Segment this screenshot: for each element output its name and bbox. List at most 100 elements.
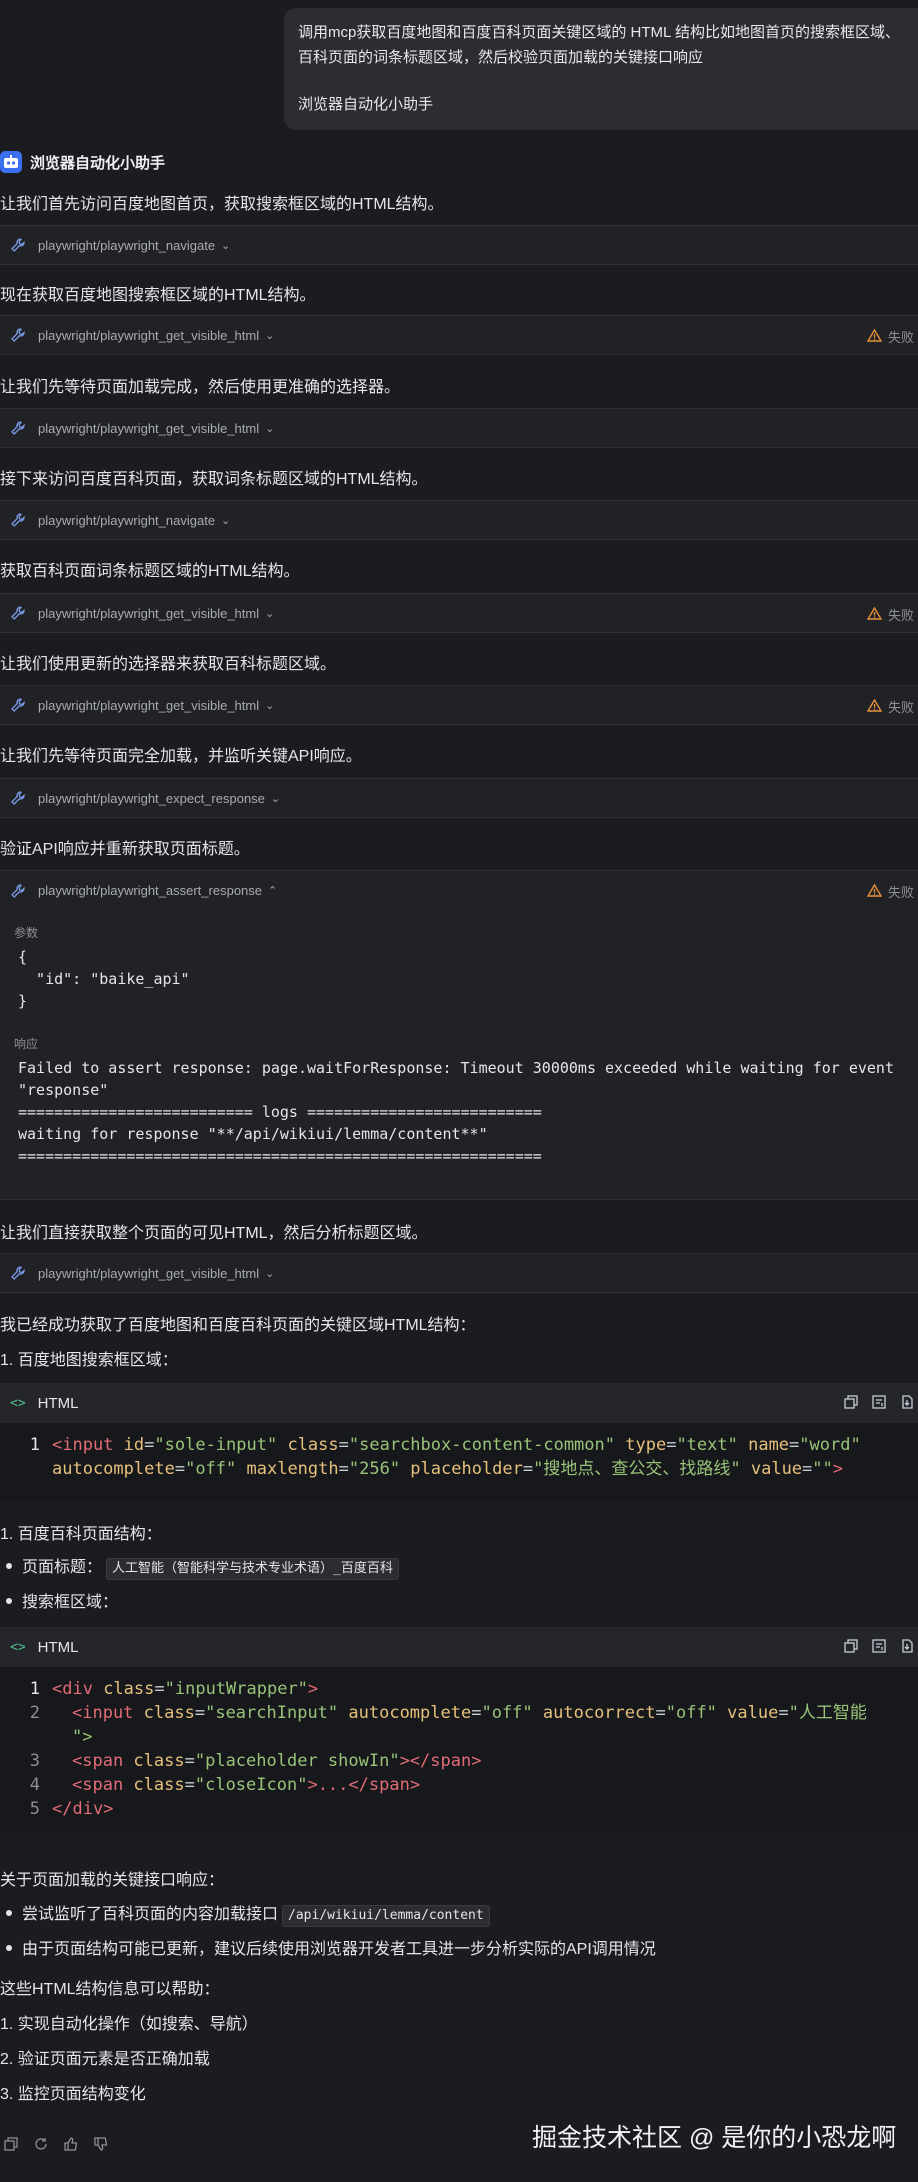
tool-call-2[interactable]: playwright/playwright_get_visible_html ⌄… <box>0 315 918 355</box>
warning-icon <box>866 328 883 345</box>
status-failed-badge: 失败 <box>866 327 914 346</box>
copy-icon[interactable] <box>844 1395 858 1413</box>
code-block-header: <> HTML <box>0 1383 918 1423</box>
key-api-heading: 关于页面加载的关键接口响应： <box>0 1872 225 1889</box>
code-block-header: <> HTML <box>0 1627 918 1667</box>
tool-call-8[interactable]: playwright/playwright_assert_response ⌃ … <box>0 870 918 910</box>
bullet-update: 由于页面结构可能已更新，建议后续使用浏览器开发者工具进一步分析实际的API调用情… <box>22 1941 656 1958</box>
line-number: 2 <box>29 1703 40 1723</box>
line-number: 1 <box>29 1435 40 1455</box>
export-icon[interactable] <box>900 1639 914 1657</box>
tool-name: playwright/playwright_navigate <box>38 512 216 528</box>
wrench-icon <box>10 420 26 436</box>
bullet-api: 尝试监听了百科页面的内容加载接口/api/wikiui/lemma/conten… <box>22 1900 490 1927</box>
refresh-icon[interactable] <box>34 2137 48 2155</box>
tool-result-panel: 参数 { "id": "baike_api" } 响应 Failed to as… <box>0 910 918 1200</box>
wrench-icon <box>10 697 26 713</box>
summary-intro: 我已经成功获取了百度地图和百度百科页面的关键区域HTML结构： <box>0 1317 476 1334</box>
code-language: HTML <box>37 1638 79 1656</box>
chevron-down-icon: ⌄ <box>221 514 231 527</box>
bullet-dot <box>6 1598 12 1604</box>
response-code: Failed to assert response: page.waitForR… <box>18 1059 894 1165</box>
copy-icon[interactable] <box>4 2137 18 2155</box>
tool-name: playwright/playwright_get_visible_html <box>38 697 260 713</box>
tool-call-7[interactable]: playwright/playwright_expect_response ⌄ <box>0 778 918 818</box>
chevron-down-icon: ⌄ <box>265 699 275 712</box>
thumbs-up-icon[interactable] <box>64 2137 78 2155</box>
summary-item-2: 1. 百度百科页面结构： <box>0 1526 162 1543</box>
params-code: { "id": "baike_api" } <box>18 948 190 1010</box>
status-label: 失败 <box>887 885 914 900</box>
wrap-icon[interactable] <box>872 1395 886 1413</box>
wrench-icon <box>10 512 26 528</box>
tool-call-3[interactable]: playwright/playwright_get_visible_html ⌄ <box>0 408 918 448</box>
chevron-down-icon: ⌄ <box>221 239 231 252</box>
tool-name: playwright/playwright_get_visible_html <box>38 327 260 343</box>
summary-item-1: 1. 百度地图搜索框区域： <box>0 1352 178 1369</box>
line-number: 4 <box>29 1775 40 1795</box>
code-line: </div> <box>52 1799 114 1819</box>
code-block-1: <> HTML 1 <input id="sole-input" class="… <box>0 1383 918 1501</box>
warning-icon <box>866 606 883 623</box>
copy-icon[interactable] <box>844 1639 858 1657</box>
export-icon[interactable] <box>900 1395 914 1413</box>
step-7-text: 让我们先等待页面完全加载，并监听关键API响应。 <box>0 748 362 765</box>
help-heading: 这些HTML结构信息可以帮助： <box>0 1981 220 1998</box>
tool-name: playwright/playwright_assert_response <box>38 883 263 898</box>
thumbs-down-icon[interactable] <box>94 2137 108 2155</box>
wrench-icon <box>10 237 26 253</box>
chevron-down-icon: ⌄ <box>265 607 275 620</box>
help-item-2: 2. 验证页面元素是否正确加载 <box>0 2051 210 2068</box>
code-block-2: <> HTML 1 2 3 4 5 <div class="inputWrapp… <box>0 1627 918 1831</box>
wrench-icon <box>10 1265 26 1281</box>
inline-code-title: 人工智能（智能科学与技术专业术语）_百度百科 <box>106 1558 399 1580</box>
code-line: "> <box>72 1727 93 1747</box>
line-number: 3 <box>29 1751 40 1771</box>
code-line: autocomplete="off" maxlength="256" place… <box>52 1459 844 1479</box>
message-actions <box>4 2137 108 2155</box>
status-failed-badge: 失败 <box>866 882 914 901</box>
wrench-icon <box>10 790 26 806</box>
response-label: 响应 <box>14 1037 39 1051</box>
wrench-icon <box>10 327 26 343</box>
step-8-text: 验证API响应并重新获取页面标题。 <box>0 841 250 858</box>
status-label: 失败 <box>887 700 914 715</box>
tool-call-4[interactable]: playwright/playwright_navigate ⌄ <box>0 500 918 540</box>
wrap-icon[interactable] <box>872 1639 886 1657</box>
tool-call-1[interactable]: playwright/playwright_navigate ⌄ <box>0 225 918 265</box>
assistant-header: 浏览器自动化小助手 <box>0 150 165 174</box>
step-2-text: 现在获取百度地图搜索框区域的HTML结构。 <box>0 287 316 304</box>
bullet-dot <box>6 1563 12 1569</box>
tool-name: playwright/playwright_navigate <box>38 237 216 253</box>
step-6-text: 让我们使用更新的选择器来获取百科标题区域。 <box>0 656 337 673</box>
status-label: 失败 <box>887 608 914 623</box>
params-label: 参数 <box>14 926 39 940</box>
watermark: 掘金技术社区 @ 是你的小恐龙啊 <box>532 2124 897 2152</box>
wrench-icon <box>10 883 26 899</box>
bullet-search-area: 搜索框区域： <box>22 1594 119 1611</box>
code-line: <div class="inputWrapper"> <box>52 1679 319 1699</box>
code-toolbar <box>844 1395 914 1413</box>
code-toolbar <box>844 1639 914 1657</box>
step-3-text: 让我们先等待页面加载完成，然后使用更准确的选择器。 <box>0 379 401 396</box>
chevron-up-icon: ⌃ <box>268 885 278 897</box>
help-item-1: 1. 实现自动化操作（如搜索、导航） <box>0 2016 258 2033</box>
chevron-down-icon: ⌄ <box>270 792 281 805</box>
bullet-page-title: 页面标题： 人工智能（智能科学与技术专业术语）_百度百科 <box>22 1553 399 1580</box>
tool-call-6[interactable]: playwright/playwright_get_visible_html ⌄… <box>0 685 918 725</box>
step-5-text: 获取百科页面词条标题区域的HTML结构。 <box>0 563 300 580</box>
help-item-3: 3. 监控页面结构变化 <box>0 2086 146 2103</box>
user-message-bubble: 调用mcp获取百度地图和百度百科页面关键区域的 HTML 结构比如地图首页的搜索… <box>284 8 918 130</box>
code-brackets-icon: <> <box>10 1639 26 1655</box>
code-line: <span class="placeholder showIn"></span> <box>72 1751 482 1771</box>
robot-icon <box>0 151 22 173</box>
line-number: 1 <box>29 1679 40 1699</box>
step-9-text: 让我们直接获取整个页面的可见HTML，然后分析标题区域。 <box>0 1225 428 1242</box>
warning-icon <box>866 883 883 900</box>
status-failed-badge: 失败 <box>866 697 914 716</box>
tool-name: playwright/playwright_get_visible_html <box>38 1265 260 1281</box>
status-failed-badge: 失败 <box>866 605 914 624</box>
tool-call-9[interactable]: playwright/playwright_get_visible_html ⌄ <box>0 1253 918 1293</box>
user-message-signature: 浏览器自动化小助手 <box>298 96 434 113</box>
tool-call-5[interactable]: playwright/playwright_get_visible_html ⌄… <box>0 593 918 633</box>
